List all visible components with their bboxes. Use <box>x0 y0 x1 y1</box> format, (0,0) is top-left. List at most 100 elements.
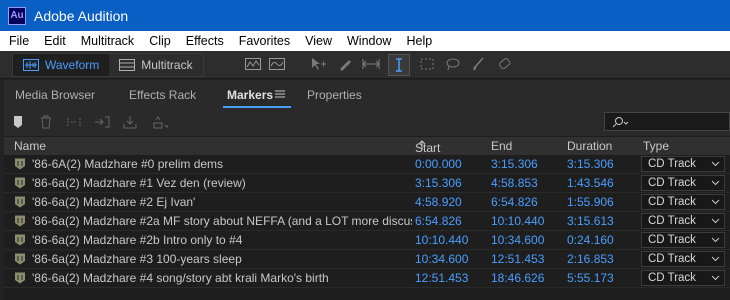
waveform-icon <box>23 59 39 71</box>
slip-tool-icon[interactable] <box>362 56 380 72</box>
marker-end[interactable]: 18:46.626 <box>491 271 544 285</box>
chevron-down-icon <box>711 161 720 167</box>
marker-duration[interactable]: 1:43.546 <box>567 176 614 190</box>
chevron-down-icon <box>711 218 720 224</box>
marker-end[interactable]: 6:54.826 <box>491 195 538 209</box>
marquee-tool-icon[interactable] <box>418 56 436 72</box>
brush-tool-icon[interactable] <box>470 56 488 72</box>
marker-start[interactable]: 3:15.306 <box>415 176 462 190</box>
table-row[interactable]: '86-6a(2) Madzhare #2b Intro only to #4 1… <box>4 231 730 250</box>
table-row[interactable]: '86-6a(2) Madzhare #3 100-years sleep 10:… <box>4 250 730 269</box>
move-tool-icon[interactable] <box>309 56 327 72</box>
column-start[interactable]: Start <box>415 139 440 155</box>
marker-type-select[interactable]: CD Track <box>641 175 725 191</box>
table-row[interactable]: '86-6a(2) Madzhare #2 Ej Ivan' 4:58.920 6:… <box>4 193 730 212</box>
marker-duration[interactable]: 1:55.906 <box>567 195 614 209</box>
menu-bar: File Edit Multitrack Clip Effects Favori… <box>0 31 730 51</box>
marker-type-value: CD Track <box>648 196 696 208</box>
search-input[interactable] <box>604 112 730 131</box>
marker-type-select[interactable]: CD Track <box>641 213 725 229</box>
column-name[interactable]: Name <box>14 139 46 153</box>
marker-end[interactable]: 4:58.853 <box>491 176 538 190</box>
merge-markers-icon[interactable] <box>66 114 82 130</box>
menu-effects[interactable]: Effects <box>180 34 230 48</box>
pitch-display-icon[interactable] <box>268 56 286 72</box>
tab-media-browser[interactable]: Media Browser <box>15 88 95 102</box>
menu-file[interactable]: File <box>3 34 35 48</box>
cd-track-marker-icon <box>15 215 25 227</box>
marker-type-select[interactable]: CD Track <box>641 251 725 267</box>
marker-duration[interactable]: 3:15.613 <box>567 214 614 228</box>
multitrack-view-button[interactable]: Multitrack <box>109 54 202 76</box>
table-header: Name Start End Duration Type <box>4 137 730 155</box>
waveform-view-button[interactable]: Waveform <box>13 54 110 76</box>
table-row[interactable]: '86-6A(2) Madzhare #0 prelim dems 0:00.00… <box>4 155 730 174</box>
multitrack-label: Multitrack <box>141 58 193 72</box>
add-marker-icon[interactable] <box>10 114 26 130</box>
menu-help[interactable]: Help <box>400 34 438 48</box>
menu-favorites[interactable]: Favorites <box>233 34 296 48</box>
marker-name[interactable]: '86-6a(2) Madzhare #4 song/story abt kra… <box>32 271 412 285</box>
marker-name[interactable]: '86-6a(2) Madzhare #2 Ej Ivan' <box>32 195 412 209</box>
marker-type-select[interactable]: CD Track <box>641 232 725 248</box>
lasso-tool-icon[interactable] <box>444 56 462 72</box>
menu-multitrack[interactable]: Multitrack <box>75 34 140 48</box>
table-row[interactable]: '86-6a(2) Madzhare #2a MF story about NE… <box>4 212 730 231</box>
marker-type-select[interactable]: CD Track <box>641 270 725 286</box>
chevron-down-icon <box>711 256 720 262</box>
marker-duration[interactable]: 3:15.306 <box>567 157 614 171</box>
marker-name[interactable]: '86-6a(2) Madzhare #1 Vez den (review) <box>32 176 412 190</box>
marker-name[interactable]: '86-6a(2) Madzhare #2a MF story about NE… <box>32 214 412 228</box>
tab-properties[interactable]: Properties <box>307 88 362 102</box>
delete-marker-icon[interactable] <box>38 114 54 130</box>
marker-start[interactable]: 10:34.600 <box>415 252 468 266</box>
tab-markers[interactable]: Markers <box>227 88 273 102</box>
marker-start[interactable]: 6:54.826 <box>415 214 462 228</box>
marker-start[interactable]: 4:58.920 <box>415 195 462 209</box>
table-row[interactable]: '86-6a(2) Madzhare #1 Vez den (review) 3:… <box>4 174 730 193</box>
title-bar: Au Adobe Audition <box>0 0 730 31</box>
marker-end[interactable]: 3:15.306 <box>491 157 538 171</box>
spectral-display-icon[interactable] <box>244 56 262 72</box>
marker-type-select[interactable]: CD Track <box>641 194 725 210</box>
marker-duration[interactable]: 0:24.160 <box>567 233 614 247</box>
menu-clip[interactable]: Clip <box>143 34 177 48</box>
marker-start[interactable]: 0:00.000 <box>415 157 462 171</box>
column-type[interactable]: Type <box>643 139 669 153</box>
menu-edit[interactable]: Edit <box>38 34 72 48</box>
marker-type-value: CD Track <box>648 215 696 227</box>
search-icon <box>612 117 629 128</box>
razor-tool-icon[interactable] <box>336 56 354 72</box>
insert-into-playlist-icon[interactable] <box>94 114 110 130</box>
spot-healing-tool-icon[interactable] <box>496 56 514 72</box>
window-title: Adobe Audition <box>34 7 129 24</box>
time-selection-tool-icon[interactable] <box>388 54 410 76</box>
marker-type-value: CD Track <box>648 272 696 284</box>
marker-end[interactable]: 10:34.600 <box>491 233 544 247</box>
waveform-label: Waveform <box>45 58 100 72</box>
marker-name[interactable]: '86-6a(2) Madzhare #3 100-years sleep <box>32 252 412 266</box>
menu-view[interactable]: View <box>299 34 338 48</box>
export-audio-icon[interactable] <box>122 114 138 130</box>
marker-name[interactable]: '86-6A(2) Madzhare #0 prelim dems <box>32 157 412 171</box>
marker-end[interactable]: 10:10.440 <box>491 214 544 228</box>
chevron-down-icon <box>711 180 720 186</box>
column-end[interactable]: End <box>491 139 512 153</box>
panel-menu-icon[interactable] <box>275 90 285 98</box>
table-row[interactable]: '86-6a(2) Madzhare #4 song/story abt kra… <box>4 269 730 288</box>
cd-track-marker-icon <box>15 158 25 170</box>
marker-start[interactable]: 12:51.453 <box>415 271 468 285</box>
marker-start[interactable]: 10:10.440 <box>415 233 468 247</box>
batch-process-icon[interactable] <box>152 114 168 130</box>
menu-window[interactable]: Window <box>341 34 397 48</box>
cd-track-marker-icon <box>15 196 25 208</box>
cd-track-marker-icon <box>15 234 25 246</box>
tab-effects-rack[interactable]: Effects Rack <box>129 88 196 102</box>
marker-end[interactable]: 12:51.453 <box>491 252 544 266</box>
column-duration[interactable]: Duration <box>567 139 612 153</box>
marker-duration[interactable]: 2:16.853 <box>567 252 614 266</box>
marker-type-select[interactable]: CD Track <box>641 156 725 172</box>
marker-duration[interactable]: 5:55.173 <box>567 271 614 285</box>
marker-name[interactable]: '86-6a(2) Madzhare #2b Intro only to #4 <box>32 233 412 247</box>
cd-track-marker-icon <box>15 253 25 265</box>
